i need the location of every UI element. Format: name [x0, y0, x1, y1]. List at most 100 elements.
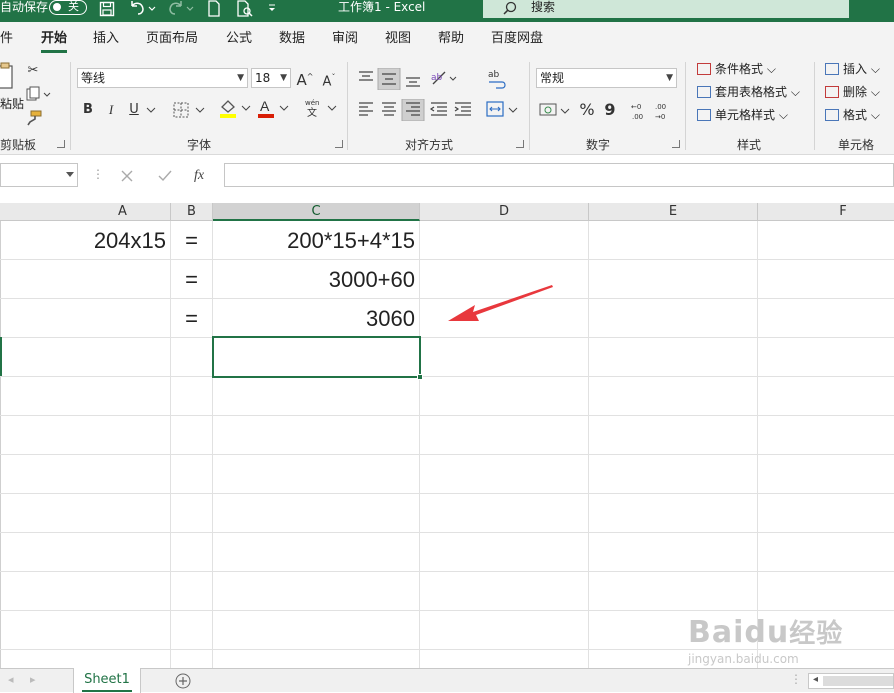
- sheet-tab-sheet1[interactable]: Sheet1: [73, 668, 141, 693]
- merge-center-icon[interactable]: [485, 99, 519, 121]
- phonetic-guide-icon[interactable]: wén 文: [303, 97, 339, 119]
- enter-check-icon[interactable]: [157, 169, 173, 183]
- grid-line: [0, 415, 894, 416]
- cell-b3[interactable]: =: [171, 300, 212, 338]
- column-header-d[interactable]: D: [420, 203, 589, 221]
- format-as-table-button[interactable]: 套用表格格式 ⌵: [697, 84, 800, 100]
- column-header-e[interactable]: E: [589, 203, 758, 221]
- cell-styles-button[interactable]: 单元格样式 ⌵: [697, 107, 788, 123]
- number-format-select[interactable]: 常规 ▼: [536, 68, 677, 88]
- bottom-align-icon: [406, 77, 420, 87]
- column-header-a[interactable]: A: [0, 203, 171, 221]
- scroll-right-icon[interactable]: ▸: [30, 673, 36, 686]
- fill-handle[interactable]: [417, 374, 423, 380]
- tab-page-layout[interactable]: 页面布局: [146, 31, 198, 47]
- font-name-select[interactable]: 等线 ▼: [77, 68, 248, 88]
- font-launcher-icon[interactable]: [335, 140, 343, 148]
- decrease-indent-icon: [429, 102, 447, 116]
- cut-icon[interactable]: ✂: [24, 62, 42, 80]
- ribbon: 粘贴 ✂ 剪贴板 等线 ▼ 18 ▼ A^ Aˇ B I U A wén 文 字…: [0, 56, 894, 155]
- add-sheet-icon[interactable]: [175, 673, 191, 689]
- chevron-down-icon: ▼: [280, 73, 287, 83]
- svg-text:ab: ab: [431, 73, 443, 83]
- search-box[interactable]: 搜索: [483, 0, 849, 18]
- sheet-bar-grip[interactable]: ⋮: [790, 672, 802, 686]
- italic-button[interactable]: I: [103, 101, 119, 119]
- chevron-down-icon[interactable]: [65, 171, 75, 179]
- insert-cells-button[interactable]: 插入 ⌵: [825, 61, 880, 77]
- tab-formulas[interactable]: 公式: [226, 31, 252, 47]
- cell-b2[interactable]: =: [171, 261, 212, 299]
- new-document-icon[interactable]: [207, 0, 221, 17]
- font-name-value: 等线: [81, 71, 106, 85]
- paste-label[interactable]: 粘贴: [0, 96, 24, 112]
- alignment-launcher-icon[interactable]: [516, 140, 524, 148]
- grow-font-button[interactable]: A^: [296, 68, 314, 89]
- clipboard-launcher-icon[interactable]: [57, 140, 65, 148]
- cell-c2[interactable]: 3000+60: [213, 261, 415, 299]
- top-align-icon: [359, 71, 373, 81]
- selected-cell-c4[interactable]: [212, 336, 423, 380]
- column-header-b[interactable]: B: [171, 203, 213, 221]
- accounting-format-icon[interactable]: [539, 101, 571, 121]
- paste-icon[interactable]: [0, 62, 14, 96]
- delete-cells-button[interactable]: 删除 ⌵: [825, 84, 880, 100]
- redo-icon[interactable]: [167, 0, 195, 17]
- font-color-icon[interactable]: A: [256, 97, 290, 119]
- comma-style-button[interactable]: 9: [603, 101, 617, 119]
- conditional-formatting-button[interactable]: 条件格式 ⌵: [697, 61, 776, 77]
- scroll-left-arrow-icon[interactable]: ◂: [813, 674, 818, 685]
- tab-home[interactable]: 开始: [41, 31, 68, 53]
- ribbon-separator: [529, 62, 530, 150]
- cell-a1[interactable]: 204x15: [0, 222, 166, 260]
- chevron-down-icon[interactable]: [146, 105, 156, 115]
- column-header-f[interactable]: F: [758, 203, 894, 221]
- tab-data[interactable]: 数据: [279, 31, 305, 47]
- worksheet-grid[interactable]: A B C D E F 204x15 = 200*15+4*15 = 3000+…: [0, 203, 894, 668]
- watermark-brand-cn: 经验: [789, 619, 844, 649]
- autosave-toggle[interactable]: 关: [49, 0, 87, 15]
- font-size-select[interactable]: 18 ▼: [251, 68, 291, 88]
- ribbon-separator: [814, 62, 815, 150]
- tab-baidu-netdisk[interactable]: 百度网盘: [491, 31, 543, 47]
- grid-line: [0, 532, 894, 533]
- fill-color-icon[interactable]: [218, 97, 252, 119]
- svg-text:文: 文: [307, 106, 317, 119]
- tab-view[interactable]: 视图: [385, 31, 411, 47]
- tab-review[interactable]: 审阅: [332, 31, 358, 47]
- cancel-icon[interactable]: [120, 169, 134, 183]
- column-header-c[interactable]: C: [213, 203, 420, 221]
- shrink-font-button[interactable]: Aˇ: [320, 69, 338, 91]
- vertical-align-buttons: ab: [359, 68, 457, 90]
- cell-c3[interactable]: 3060: [213, 300, 415, 338]
- scrollbar-thumb[interactable]: [823, 676, 893, 686]
- format-cells-button[interactable]: 格式 ⌵: [825, 107, 880, 123]
- number-launcher-icon[interactable]: [672, 140, 680, 148]
- tab-file[interactable]: 件: [0, 31, 13, 47]
- alignment-group-label: 对齐方式: [405, 138, 454, 152]
- tab-help[interactable]: 帮助: [438, 31, 464, 47]
- borders-icon[interactable]: [172, 101, 208, 119]
- format-painter-icon[interactable]: [25, 110, 43, 126]
- underline-button[interactable]: U: [126, 101, 142, 119]
- tab-insert[interactable]: 插入: [93, 31, 119, 47]
- scroll-left-icon[interactable]: ◂: [8, 673, 14, 686]
- save-icon[interactable]: [99, 1, 115, 17]
- horizontal-scrollbar[interactable]: ◂: [808, 673, 894, 689]
- bold-button[interactable]: B: [80, 101, 96, 119]
- cell-c1[interactable]: 200*15+4*15: [213, 222, 415, 260]
- insert-function-icon[interactable]: fx: [194, 168, 204, 184]
- percent-button[interactable]: %: [578, 101, 596, 119]
- formula-input[interactable]: [224, 163, 894, 187]
- print-preview-icon[interactable]: [236, 0, 254, 17]
- grow-font-glyph: A: [296, 71, 307, 89]
- customize-toolbar-icon[interactable]: [267, 2, 277, 14]
- styles-group-label: 样式: [737, 138, 762, 152]
- name-box[interactable]: [0, 163, 78, 187]
- formula-bar-grip[interactable]: ⋮: [92, 167, 104, 181]
- cell-b1[interactable]: =: [171, 222, 212, 260]
- copy-icon[interactable]: [25, 86, 51, 102]
- undo-icon[interactable]: [128, 0, 156, 17]
- wrap-text-icon[interactable]: ab: [486, 68, 510, 90]
- svg-text:→0: →0: [655, 113, 665, 121]
